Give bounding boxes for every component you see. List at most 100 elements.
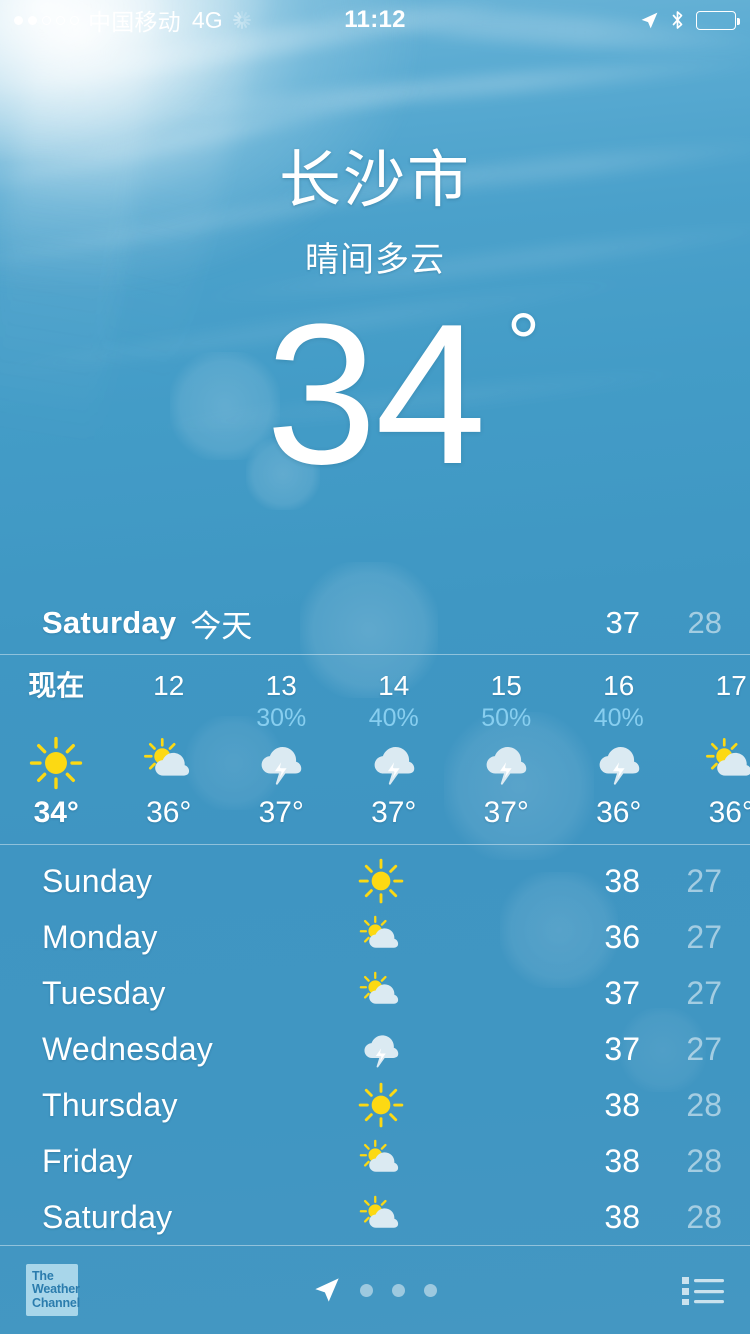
- sun-cloud-icon: [142, 734, 196, 792]
- hour-label: 13: [265, 670, 297, 701]
- thunderstorm-icon: [367, 734, 421, 792]
- page-dot[interactable]: [360, 1283, 373, 1297]
- hour-label: 17: [715, 670, 747, 701]
- day-low: 28: [686, 1142, 722, 1179]
- today-day-label: Saturday: [42, 605, 177, 640]
- day-low: 28: [686, 1198, 722, 1235]
- hourly-forecast-item[interactable]: 17 36°: [675, 655, 750, 844]
- daily-forecast-row[interactable]: Wednesday 37 27: [0, 1021, 750, 1077]
- signal-dot: [42, 15, 51, 25]
- hour-label: 15: [490, 670, 522, 701]
- sun-cloud-icon: [250, 1194, 580, 1240]
- current-temperature-value: 34: [265, 283, 486, 506]
- sun-icon: [29, 734, 83, 792]
- hour-temperature: 36°: [146, 796, 192, 829]
- location-arrow-icon[interactable]: [313, 1276, 341, 1304]
- weather-app: 中国移动 4G 11:12 长沙市 晴间多云 34 ° Saturday 今天 …: [0, 0, 750, 1334]
- current-temperature: 34 °: [266, 295, 540, 495]
- battery-icon: [696, 10, 740, 30]
- daily-forecast-row[interactable]: Monday 36 27: [0, 909, 750, 965]
- hourly-forecast-item[interactable]: 13 30% 37°: [225, 655, 338, 844]
- carrier-label: 中国移动: [88, 9, 181, 35]
- day-name: Thursday: [42, 1086, 178, 1123]
- sun-cloud-icon: [704, 734, 750, 792]
- hour-temperature: 37°: [483, 796, 529, 829]
- hour-precip-probability: 40%: [368, 704, 419, 732]
- signal-dot: [56, 15, 65, 25]
- sun-icon: [250, 858, 580, 904]
- hour-precip-probability: 50%: [481, 704, 532, 732]
- page-dot[interactable]: [392, 1283, 405, 1297]
- hour-temperature: 37°: [371, 796, 417, 829]
- day-temps: 36 27: [580, 919, 722, 956]
- day-low: 27: [686, 918, 722, 955]
- bluetooth-icon: [671, 10, 684, 30]
- day-temps: 37 27: [580, 975, 722, 1012]
- hour-label: 现在: [28, 670, 85, 701]
- day-low: 28: [686, 1086, 722, 1123]
- hour-precip-probability: 30%: [256, 704, 307, 732]
- daily-forecast-row[interactable]: Tuesday 37 27: [0, 965, 750, 1021]
- signal-dot: [28, 15, 37, 25]
- day-name: Sunday: [42, 862, 153, 899]
- today-temps: 37 28: [580, 605, 722, 641]
- hour-temperature: 37°: [258, 796, 304, 829]
- day-name: Saturday: [42, 1198, 173, 1235]
- hourly-forecast-item[interactable]: 12 36°: [113, 655, 226, 844]
- city-list-icon[interactable]: [682, 1275, 724, 1305]
- degree-symbol: °: [506, 296, 541, 390]
- page-indicator: [0, 1276, 750, 1304]
- today-day-label-cn: 今天: [190, 608, 253, 644]
- daily-forecast-row[interactable]: Sunday 38 27: [0, 853, 750, 909]
- signal-strength-dots: [14, 15, 79, 25]
- hourly-forecast-strip[interactable]: 现在 34° 12 36° 13 30% 37° 14 40% 37° 15 50% 37° 16…: [0, 655, 750, 844]
- day-temps: 38 28: [580, 1199, 722, 1236]
- thunderstorm-icon: [250, 1026, 580, 1072]
- hourly-forecast-item[interactable]: 15 50% 37°: [450, 655, 563, 844]
- daily-forecast-row[interactable]: Friday 38 28: [0, 1133, 750, 1189]
- day-high: 37: [604, 1030, 640, 1067]
- city-name: 长沙市: [278, 146, 471, 215]
- signal-dot: [70, 15, 79, 25]
- day-low: 27: [686, 974, 722, 1011]
- hour-temperature: 36°: [708, 796, 750, 829]
- location-arrow-icon: [640, 11, 659, 30]
- day-low: 27: [686, 1030, 722, 1067]
- status-bar: 中国移动 4G 11:12: [0, 0, 750, 40]
- day-high: 36: [604, 918, 640, 955]
- weather-channel-attribution[interactable]: The Weather Channel: [26, 1264, 80, 1316]
- day-high: 38: [604, 1142, 640, 1179]
- hourly-forecast-item[interactable]: 14 40% 37°: [338, 655, 451, 844]
- hour-temperature: 36°: [596, 796, 642, 829]
- day-temps: 38 28: [580, 1087, 722, 1124]
- day-name: Tuesday: [42, 974, 166, 1011]
- hero-spacer: [0, 495, 750, 592]
- day-temps: 37 27: [580, 1031, 722, 1068]
- thunderstorm-icon: [479, 734, 533, 792]
- hourly-forecast-item[interactable]: 现在 34°: [0, 655, 113, 844]
- attribution-line: Weather: [32, 1282, 80, 1297]
- day-temps: 38 27: [580, 863, 722, 900]
- sun-icon: [250, 1082, 580, 1128]
- condition-text: 晴间多云: [305, 241, 445, 279]
- bottom-bar: The Weather Channel: [0, 1246, 750, 1334]
- hourly-forecast-item[interactable]: 16 40% 36°: [563, 655, 676, 844]
- page-dots: [360, 1283, 437, 1297]
- status-bar-right: [640, 10, 740, 30]
- day-low: 27: [686, 862, 722, 899]
- today-low: 28: [687, 605, 722, 640]
- hour-temperature: 34°: [33, 796, 79, 829]
- hour-label: 16: [603, 670, 635, 701]
- signal-dot: [14, 15, 23, 25]
- status-bar-left: 中国移动 4G: [14, 3, 252, 37]
- day-high: 37: [604, 974, 640, 1011]
- day-name: Monday: [42, 918, 158, 955]
- daily-forecast-list: Sunday 38 27 Monday 36 27 Tuesday 37 27 Wednesd…: [0, 845, 750, 1245]
- today-summary-row[interactable]: Saturday 今天 37 28: [0, 592, 750, 654]
- daily-forecast-row[interactable]: Saturday 38 28: [0, 1189, 750, 1245]
- page-dot[interactable]: [424, 1283, 437, 1297]
- attribution-line: Channel: [32, 1295, 80, 1310]
- daily-forecast-row[interactable]: Thursday 38 28: [0, 1077, 750, 1133]
- day-high: 38: [604, 1086, 640, 1123]
- day-name: Wednesday: [42, 1030, 214, 1067]
